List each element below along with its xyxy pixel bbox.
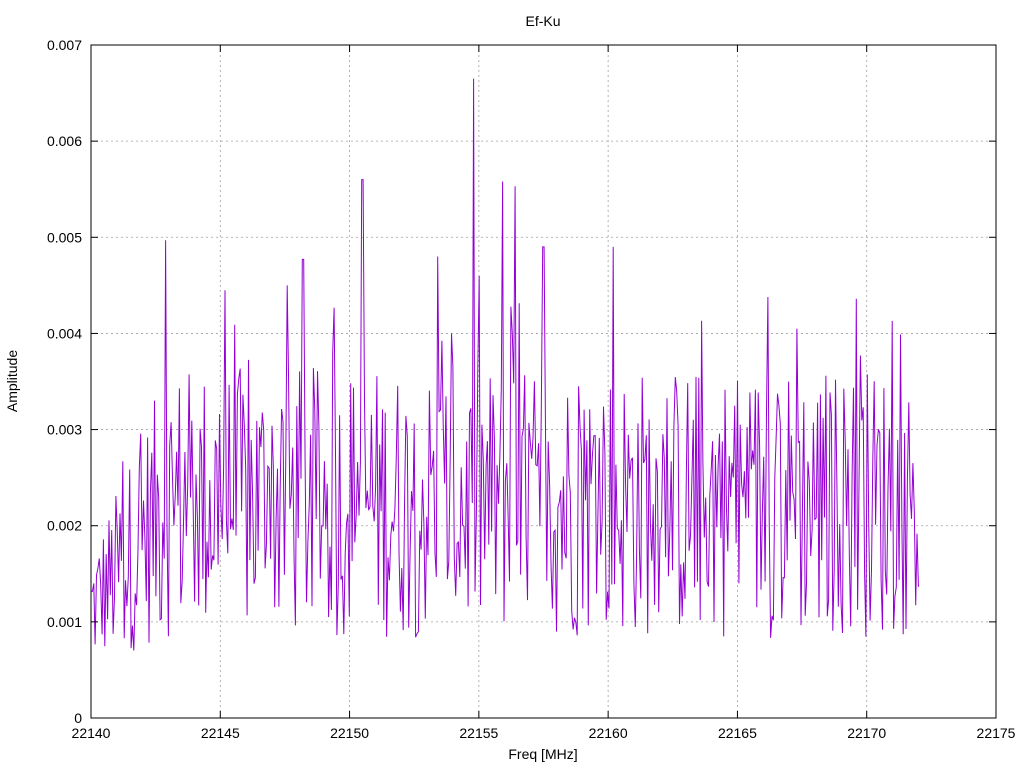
series-layer — [90, 78, 919, 651]
y-tick-label: 0.001 — [47, 614, 82, 630]
x-tick-label: 22175 — [977, 725, 1016, 741]
y-tick-label: 0.004 — [47, 325, 82, 341]
y-tick-label: 0.005 — [47, 229, 82, 245]
x-tick-label: 22155 — [459, 725, 498, 741]
x-tick-label: 22140 — [72, 725, 111, 741]
x-tick-label: 22145 — [201, 725, 240, 741]
x-tick-label: 22150 — [330, 725, 369, 741]
x-tick-label: 22165 — [718, 725, 757, 741]
x-tick-label: 22170 — [847, 725, 886, 741]
chart-title: Ef-Ku — [525, 13, 560, 29]
x-axis-label: Freq [MHz] — [508, 746, 577, 762]
y-tick-label: 0.007 — [47, 37, 82, 53]
x-tick-label: 22160 — [589, 725, 628, 741]
y-axis-label: Amplitude — [4, 350, 20, 412]
chart-svg: 22140 22145 22150 22155 22160 22165 22170 22175… — [4, 13, 1016, 762]
series-line-amplitude — [90, 78, 919, 651]
y-tick-label: 0.002 — [47, 518, 82, 534]
chart-root: 22140 22145 22150 22155 22160 22165 22170 22175… — [0, 0, 1024, 768]
y-tick-label: 0 — [74, 710, 82, 726]
y-tick-label: 0.003 — [47, 422, 82, 438]
label-layer: 22140 22145 22150 22155 22160 22165 22170 22175… — [47, 37, 1016, 741]
y-tick-label: 0.006 — [47, 133, 82, 149]
